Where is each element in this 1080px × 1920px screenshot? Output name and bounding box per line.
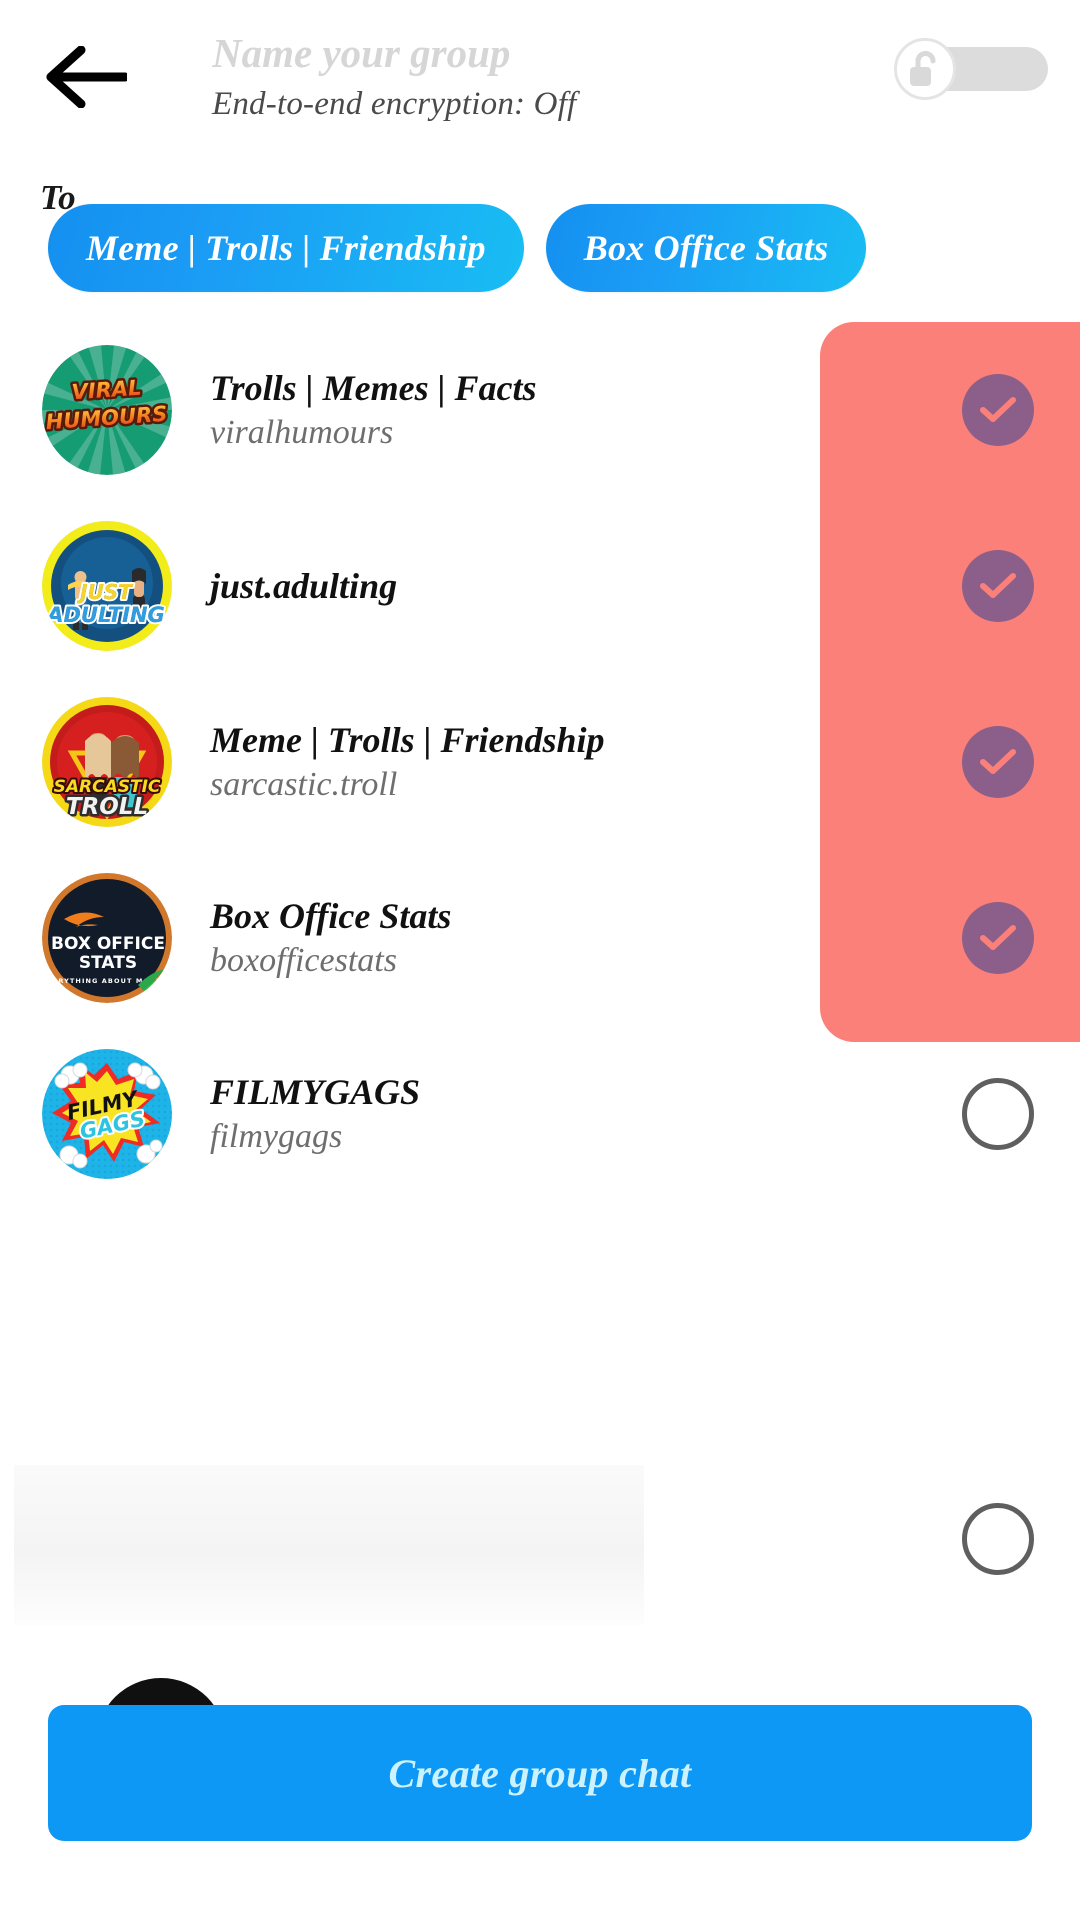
svg-text:ADULTING: ADULTING <box>45 603 165 627</box>
box-office-stats-logo-avatar: BOX OFFICE STATS EVERYTHING ABOUT MOVIES <box>42 873 172 1003</box>
contact-select-checkbox[interactable] <box>962 550 1034 622</box>
loading-placeholder-row <box>0 1465 1080 1645</box>
encryption-toggle[interactable] <box>894 38 1048 100</box>
contact-row[interactable]: VIRAL VIRAL HUMOURS HUMOURS Trolls | Mem… <box>0 322 1080 498</box>
contact-row-text: FILMYGAGS filmygags <box>210 1069 1080 1159</box>
contact-subtitle: filmygags <box>210 1118 343 1155</box>
contact-subtitle: sarcastic.troll <box>210 766 398 803</box>
contact-subtitle: viralhumours <box>210 414 394 451</box>
check-icon <box>978 395 1018 425</box>
contact-row-text: Box Office Stats boxofficestats <box>210 893 1080 983</box>
contact-row-text: Meme | Trolls | Friendship sarcastic.tro… <box>210 717 1080 807</box>
contact-title: Meme | Trolls | Friendship <box>210 720 605 760</box>
recipient-chip-label: Box Office Stats <box>583 228 829 268</box>
filmy-gags-logo-avatar: FILMY GAGS GAGS <box>42 1049 172 1179</box>
svg-text:VIRAL: VIRAL <box>71 376 142 405</box>
encryption-status-label: End-to-end encryption: Off <box>212 86 577 122</box>
contact-row[interactable]: SARCASTIC SARCASTIC TROLL TROLL Meme | T… <box>0 674 1080 850</box>
recipient-chip[interactable]: Meme | Trolls | Friendship <box>48 204 524 292</box>
contact-select-checkbox[interactable] <box>962 902 1034 974</box>
svg-text:TROLL: TROLL <box>66 794 148 820</box>
checkbox-checked <box>962 374 1034 446</box>
contact-row[interactable]: BOX OFFICE STATS EVERYTHING ABOUT MOVIES… <box>0 850 1080 1026</box>
checkbox-unchecked[interactable] <box>962 1503 1034 1575</box>
checkbox-checked <box>962 550 1034 622</box>
checkbox-checked <box>962 726 1034 798</box>
contact-row[interactable]: JUST JUST ADULTING ADULTING just.adultin… <box>0 498 1080 674</box>
contact-title: Box Office Stats <box>210 896 452 936</box>
skeleton-block <box>14 1465 644 1625</box>
contact-title: just.adulting <box>210 566 398 606</box>
viral-humours-logo-avatar: VIRAL VIRAL HUMOURS HUMOURS <box>42 345 172 475</box>
contact-select-checkbox[interactable] <box>962 726 1034 798</box>
check-icon <box>978 923 1018 953</box>
checkbox-unchecked <box>962 1078 1034 1150</box>
checkbox-checked <box>962 902 1034 974</box>
contact-row-text: Trolls | Memes | Facts viralhumours <box>210 365 1080 455</box>
recipient-chips: Meme | Trolls | Friendship Box Office St… <box>48 202 1058 294</box>
contact-list: VIRAL VIRAL HUMOURS HUMOURS Trolls | Mem… <box>0 322 1080 1202</box>
contact-title: Trolls | Memes | Facts <box>210 368 537 408</box>
arrow-left-icon <box>41 46 127 108</box>
avatar-text-line2: STATS <box>79 953 137 973</box>
recipient-chip-label: Meme | Trolls | Friendship <box>86 228 486 268</box>
contact-row-text: just.adulting <box>210 563 1080 609</box>
group-name-input[interactable] <box>212 28 832 78</box>
header-text-block: End-to-end encryption: Off <box>212 28 832 126</box>
sarcastic-troll-logo-avatar: SARCASTIC SARCASTIC TROLL TROLL <box>42 697 172 827</box>
contact-title: FILMYGAGS <box>210 1072 421 1112</box>
avatar-text-line1: BOX OFFICE <box>51 934 165 954</box>
create-group-chat-button[interactable]: Create group chat <box>48 1705 1032 1841</box>
toggle-knob <box>894 38 956 100</box>
unlocked-padlock-icon <box>908 50 942 88</box>
contact-row[interactable]: FILMY GAGS GAGS FILMYGAGS filmygags <box>0 1026 1080 1202</box>
header: End-to-end encryption: Off <box>0 0 1080 150</box>
back-button[interactable] <box>40 42 128 112</box>
recipient-chip[interactable]: Box Office Stats <box>545 204 867 292</box>
create-group-chat-screen: End-to-end encryption: Off To Meme | Tro… <box>0 0 1080 1920</box>
just-adulting-logo-avatar: JUST JUST ADULTING ADULTING <box>42 521 172 651</box>
check-icon <box>978 747 1018 777</box>
contact-select-checkbox[interactable] <box>962 1078 1034 1150</box>
contact-select-checkbox[interactable] <box>962 374 1034 446</box>
check-icon <box>978 571 1018 601</box>
contact-subtitle: boxofficestats <box>210 942 397 979</box>
svg-text:JUST: JUST <box>76 580 133 604</box>
